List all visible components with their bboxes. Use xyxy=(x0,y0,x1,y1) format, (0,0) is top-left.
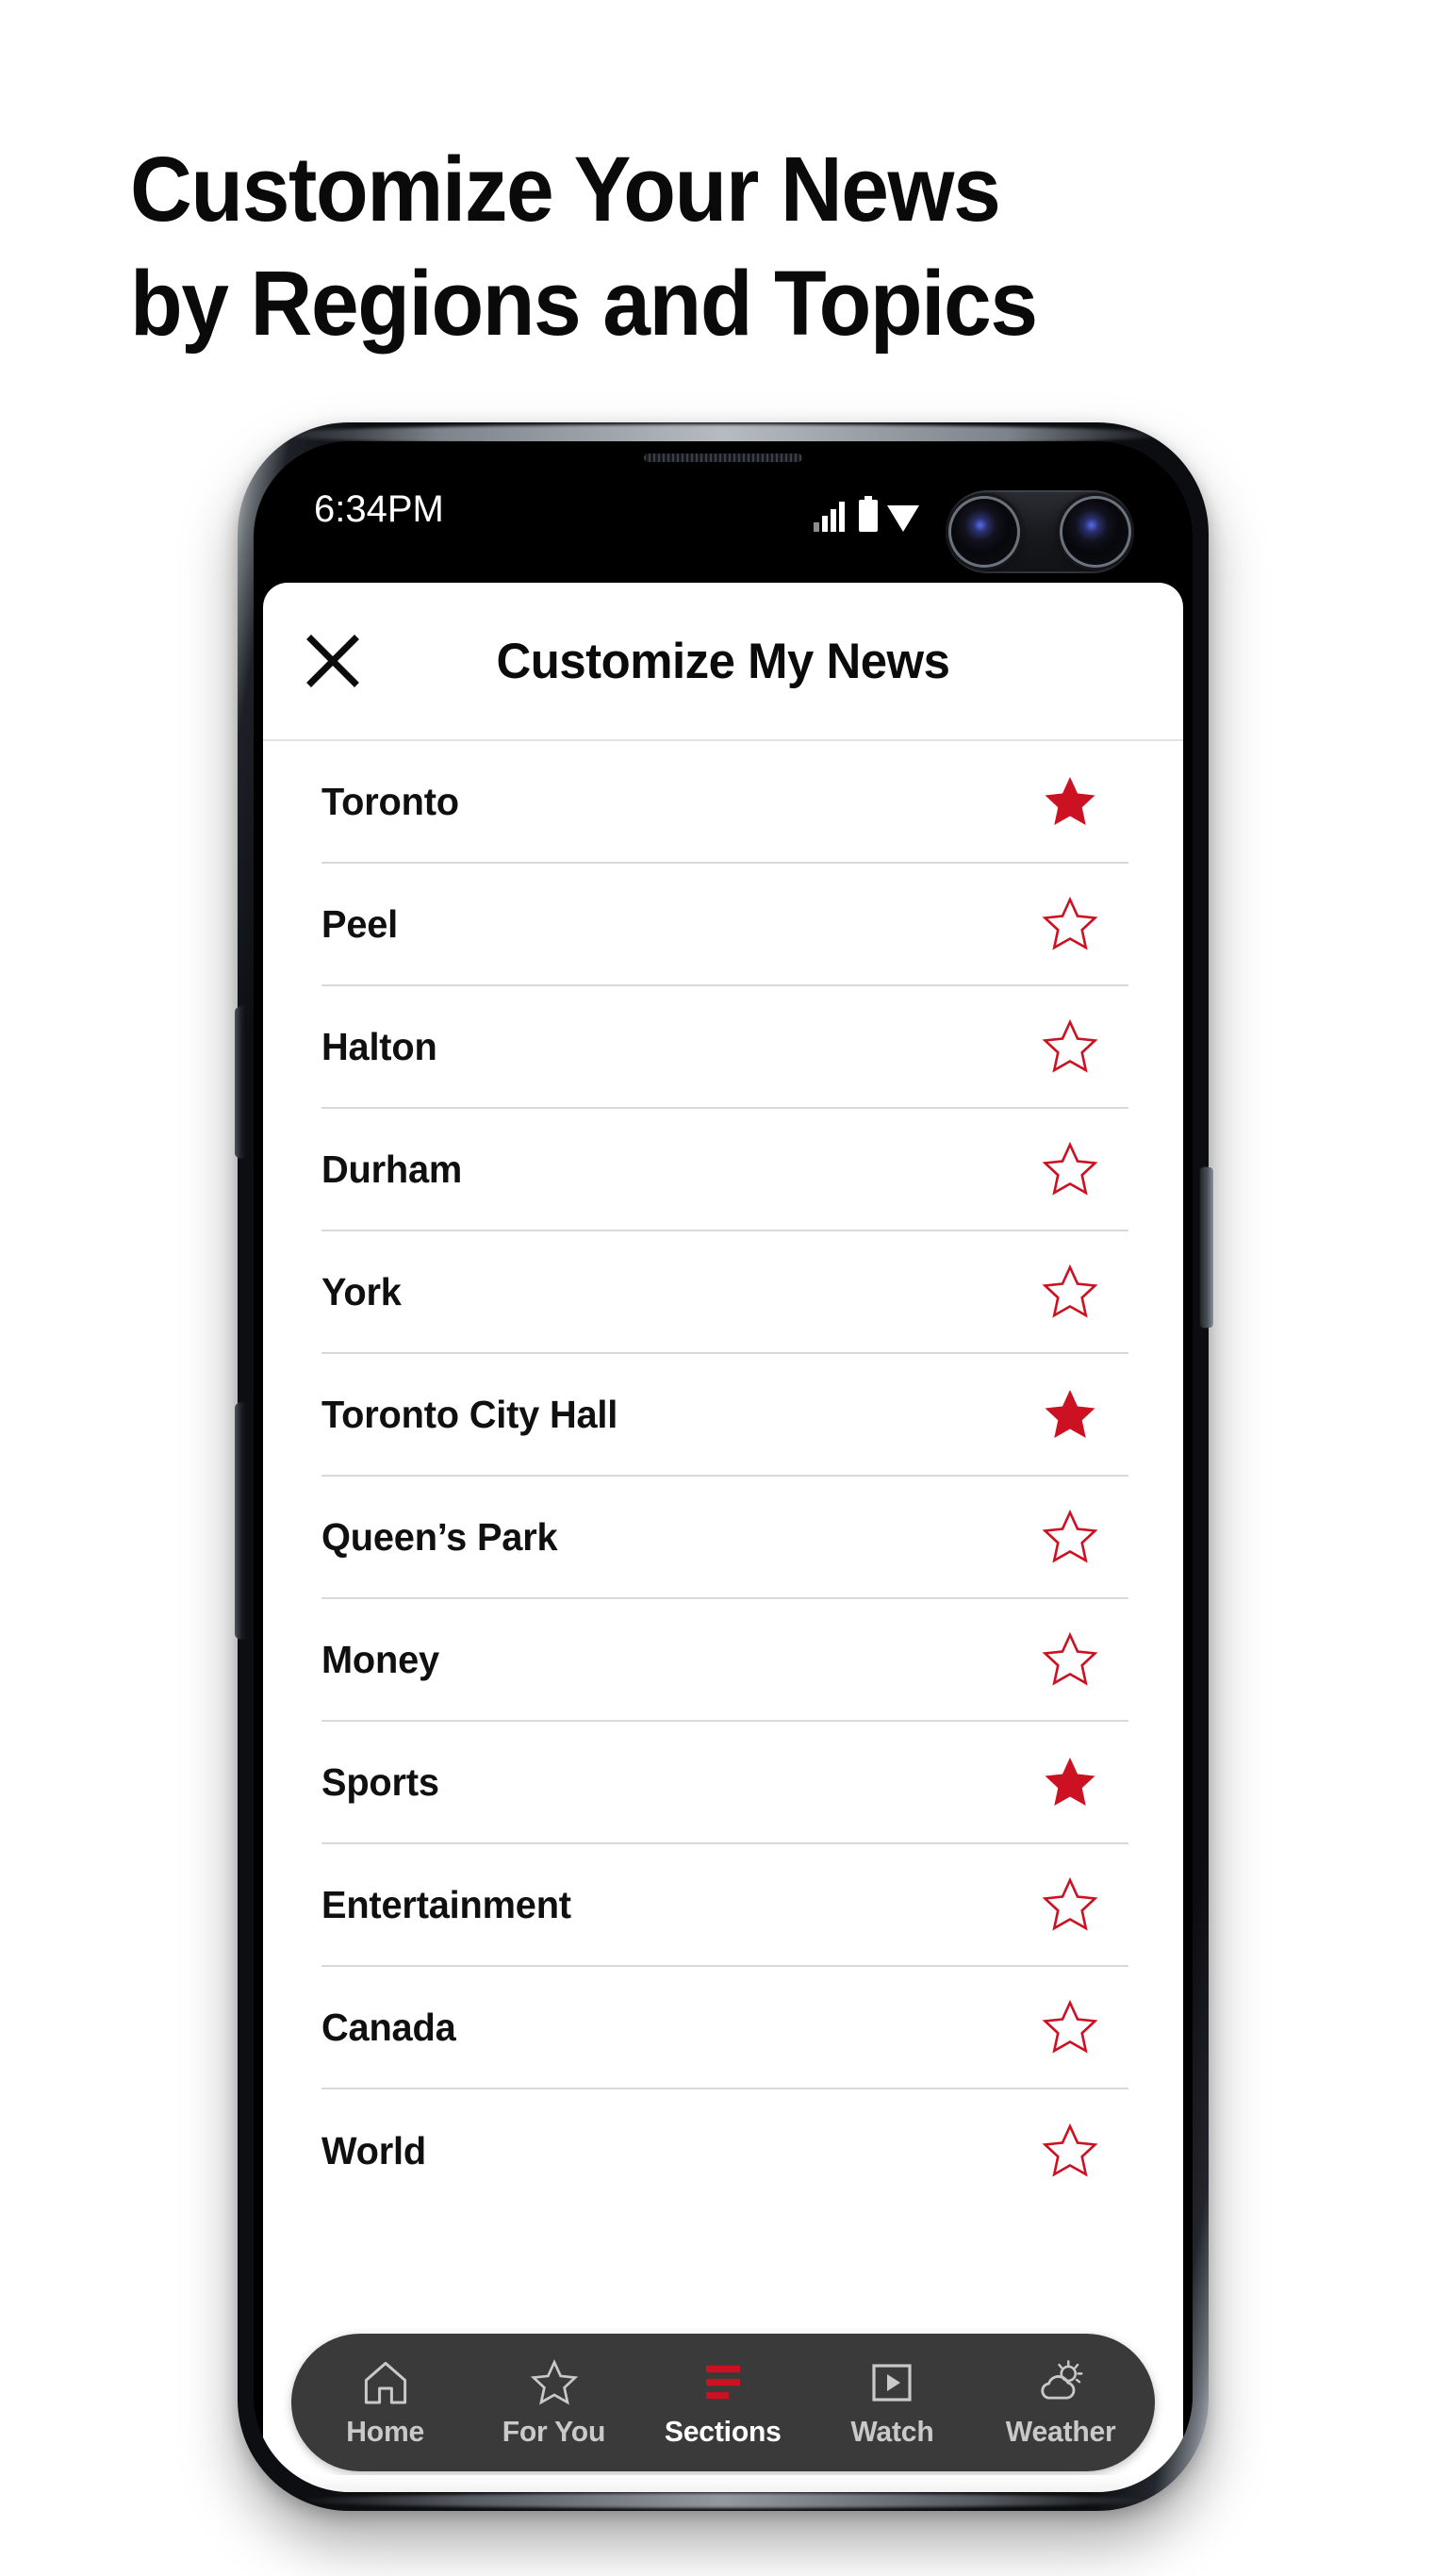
list-item[interactable]: Peel xyxy=(321,864,1128,986)
play-icon xyxy=(867,2357,916,2408)
favorite-star-button[interactable] xyxy=(1038,1505,1102,1569)
favorite-star-button[interactable] xyxy=(1038,2119,1102,2183)
nav-item-home[interactable]: Home xyxy=(301,2334,469,2471)
section-label: Halton xyxy=(321,1024,437,1068)
favorite-star-button[interactable] xyxy=(1038,1750,1102,1814)
nav-item-weather[interactable]: Weather xyxy=(977,2334,1145,2471)
battery-icon xyxy=(859,496,878,532)
status-time: 6:34PM xyxy=(314,488,444,530)
phone-screen: 6:34PM Customize My News Toronto Peel Ha… xyxy=(254,441,1193,2492)
section-label: Canada xyxy=(321,2005,456,2049)
nav-item-sections[interactable]: Sections xyxy=(638,2334,807,2471)
star-outline-icon xyxy=(1042,1018,1098,1073)
star-outline-icon xyxy=(1042,1263,1098,1318)
section-label: Peel xyxy=(321,901,399,946)
camera-lens-secondary xyxy=(1062,499,1128,565)
nav-label: For You xyxy=(502,2414,606,2448)
star-outline-icon xyxy=(1042,1876,1098,1931)
star-outline-icon xyxy=(1042,2122,1098,2177)
section-label: Toronto City Hall xyxy=(321,1392,618,1436)
section-label: York xyxy=(321,1269,402,1313)
volume-rocker[interactable] xyxy=(235,1403,247,1639)
list-item[interactable]: Durham xyxy=(321,1109,1128,1231)
bottom-nav-container: Home For You Sections Watch Weather xyxy=(263,2328,1183,2492)
page-title: Customize Your News by Regions and Topic… xyxy=(130,132,1282,361)
promo-screenshot: Customize Your News by Regions and Topic… xyxy=(0,0,1449,2576)
bixby-button[interactable] xyxy=(235,1007,247,1158)
favorite-star-button[interactable] xyxy=(1038,892,1102,956)
section-label: Queen’s Park xyxy=(321,1514,558,1559)
speaker-grille-icon xyxy=(644,454,802,462)
nav-label: Sections xyxy=(665,2414,782,2448)
star-outline-icon xyxy=(1042,1141,1098,1196)
favorite-star-button[interactable] xyxy=(1038,1873,1102,1937)
power-button[interactable] xyxy=(1200,1167,1213,1328)
section-label: Sports xyxy=(321,1759,439,1804)
star-outline-icon xyxy=(1042,1999,1098,2054)
nav-item-watch[interactable]: Watch xyxy=(808,2334,977,2471)
section-label: Toronto xyxy=(321,779,459,823)
list-item[interactable]: Canada xyxy=(321,1967,1128,2089)
favorite-star-button[interactable] xyxy=(1038,1137,1102,1201)
section-label: Money xyxy=(321,1637,439,1681)
nav-label: Home xyxy=(346,2414,424,2448)
section-label: Durham xyxy=(321,1147,463,1191)
list-item[interactable]: Entertainment xyxy=(321,1844,1128,1967)
star-filled-icon xyxy=(1045,1390,1095,1438)
list-item[interactable]: Toronto City Hall xyxy=(321,1354,1128,1477)
headline-line-2: by Regions and Topics xyxy=(130,252,1038,355)
app-header: Customize My News xyxy=(263,583,1183,741)
wifi-icon xyxy=(887,505,919,532)
headline-line-1: Customize Your News xyxy=(130,138,1001,240)
section-label: World xyxy=(321,2128,426,2172)
list-item[interactable]: Queen’s Park xyxy=(321,1477,1128,1599)
home-indicator-strip xyxy=(289,2475,1157,2492)
sections-icon xyxy=(699,2357,748,2408)
list-item[interactable]: Toronto xyxy=(321,741,1128,864)
home-icon xyxy=(361,2357,410,2408)
app-sheet: Customize My News Toronto Peel Halton Du… xyxy=(263,583,1183,2492)
punch-hole-camera-icon xyxy=(946,490,1134,573)
status-bar: 6:34PM xyxy=(254,471,1193,583)
favorite-star-button[interactable] xyxy=(1038,1260,1102,1324)
signal-icon xyxy=(814,502,845,532)
favorite-star-button[interactable] xyxy=(1038,1627,1102,1692)
list-item[interactable]: Sports xyxy=(321,1722,1128,1844)
favorite-star-button[interactable] xyxy=(1038,769,1102,834)
weather-icon xyxy=(1035,2357,1086,2408)
list-item[interactable]: York xyxy=(321,1231,1128,1354)
star-outline-icon xyxy=(1042,896,1098,950)
phone-mockup: 6:34PM Customize My News Toronto Peel Ha… xyxy=(235,422,1213,2511)
favorite-star-button[interactable] xyxy=(1038,1995,1102,2059)
bottom-nav: Home For You Sections Watch Weather xyxy=(291,2334,1155,2471)
list-item[interactable]: Halton xyxy=(321,986,1128,1109)
favorite-star-button[interactable] xyxy=(1038,1015,1102,1079)
nav-label: Weather xyxy=(1006,2414,1116,2448)
nav-label: Watch xyxy=(850,2414,934,2448)
list-item[interactable]: World xyxy=(321,2089,1128,2212)
app-title: Customize My News xyxy=(496,633,950,689)
star-outline-icon xyxy=(1042,1509,1098,1563)
status-icon-group xyxy=(814,492,919,532)
star-filled-icon xyxy=(1045,777,1095,825)
star-filled-icon xyxy=(1045,1758,1095,1806)
star-icon xyxy=(530,2357,579,2408)
nav-item-for-you[interactable]: For You xyxy=(469,2334,638,2471)
list-item[interactable]: Money xyxy=(321,1599,1128,1722)
star-outline-icon xyxy=(1042,1631,1098,1686)
favorite-star-button[interactable] xyxy=(1038,1382,1102,1446)
camera-lens-primary xyxy=(951,499,1017,565)
section-label: Entertainment xyxy=(321,1882,571,1926)
sections-list: Toronto Peel Halton Durham York Toronto … xyxy=(263,741,1183,2328)
